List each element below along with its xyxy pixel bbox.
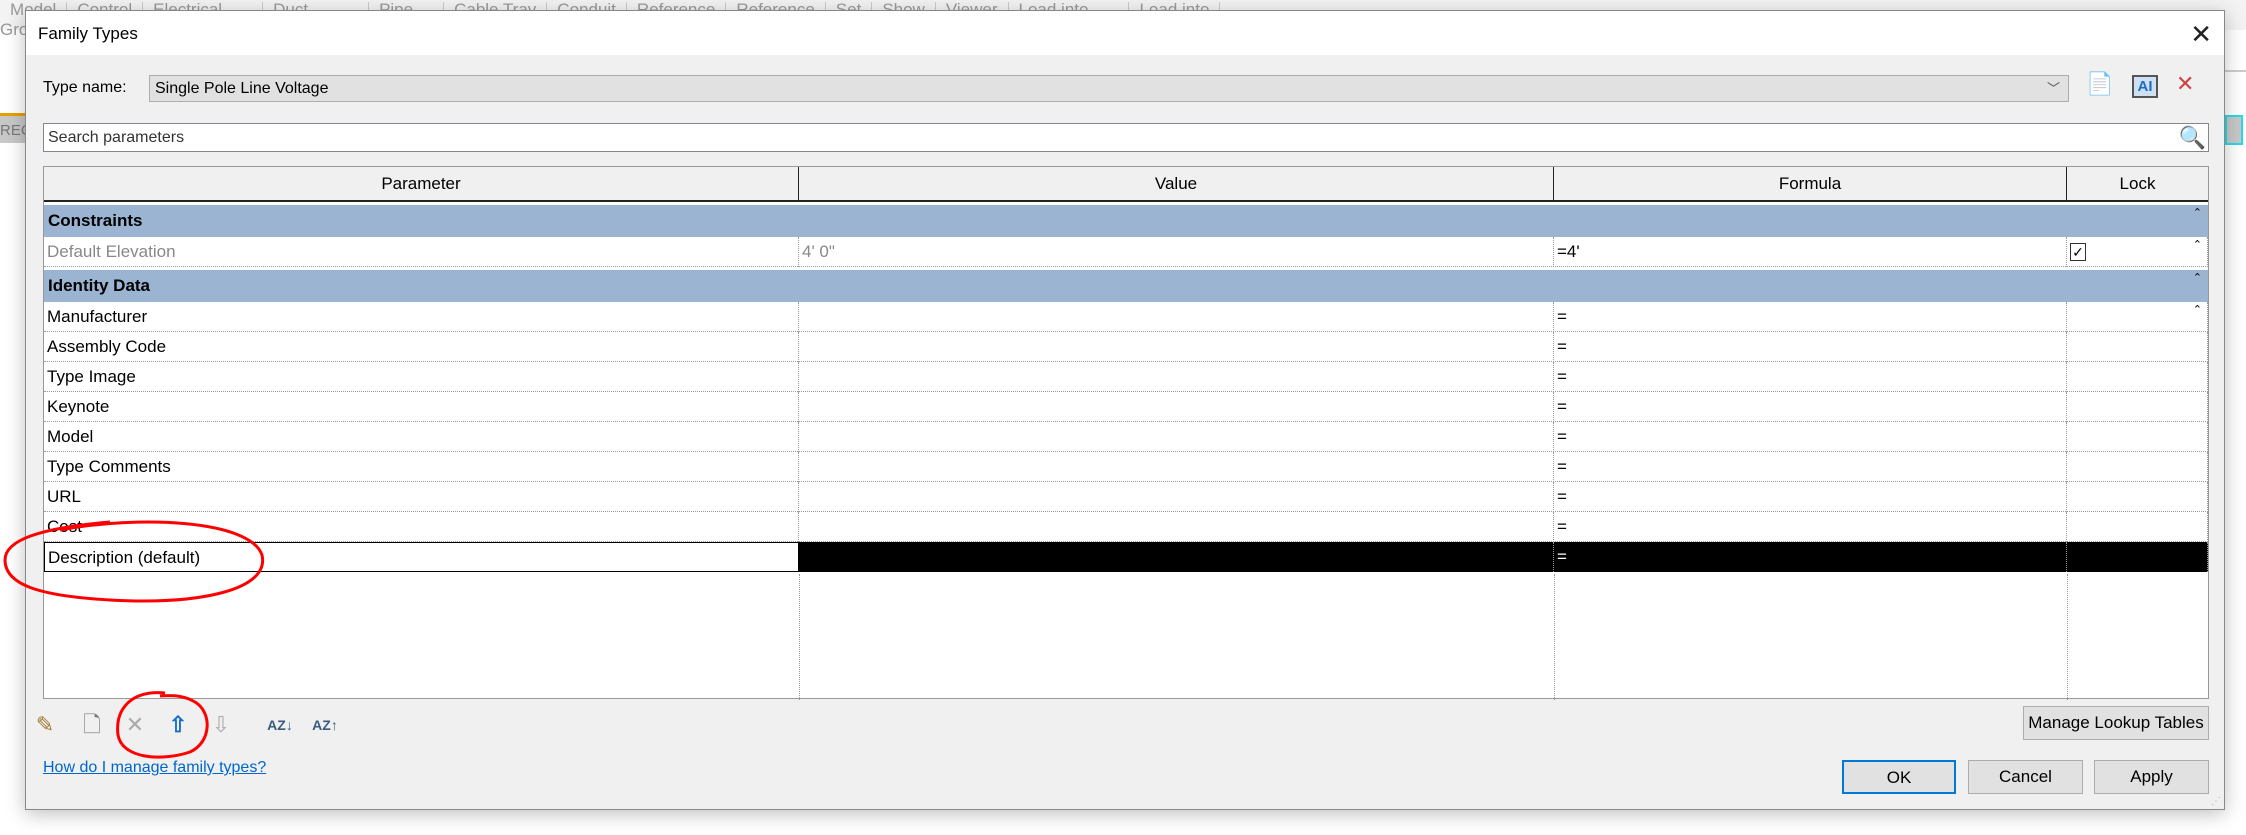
- annotation-circle-delete-icon: [116, 691, 209, 759]
- annotation-layer: [3, 520, 265, 759]
- annotation-circle-description: [3, 520, 265, 603]
